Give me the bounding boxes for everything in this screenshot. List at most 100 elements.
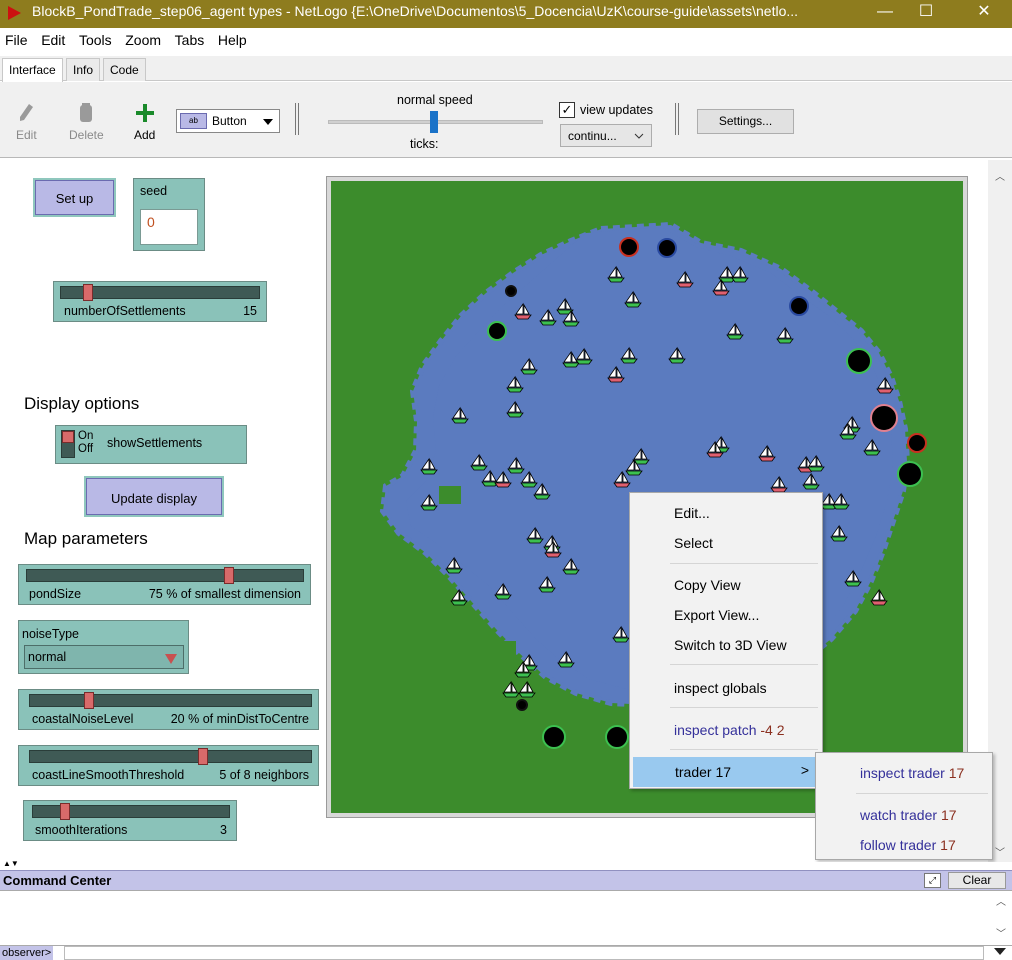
scroll-down-icon[interactable]: ﹀: [995, 844, 1005, 859]
settlement-icon[interactable]: [907, 433, 927, 453]
watch-verb: watch: [860, 807, 897, 823]
slider-track[interactable]: [29, 750, 312, 763]
slider-label: coastLineSmoothThreshold: [32, 768, 185, 782]
agent-breed: trader: [908, 765, 945, 781]
splitter[interactable]: ▲▼: [0, 859, 1012, 870]
chevron-down-icon: [634, 133, 644, 139]
tab-info[interactable]: Info: [66, 58, 101, 81]
chevron-down-icon[interactable]: [994, 948, 1006, 955]
settlement-icon[interactable]: [846, 348, 872, 374]
menu-separator: [856, 793, 988, 794]
command-input[interactable]: [64, 946, 984, 960]
ctx-select[interactable]: Select: [630, 530, 822, 556]
slider-knob[interactable]: [82, 284, 93, 301]
ticks-label: ticks:: [410, 137, 439, 151]
scroll-down-icon[interactable]: ﹀: [996, 925, 1006, 940]
menu-bar: File Edit Tools Zoom Tabs Help: [0, 28, 1012, 54]
switch-off-label: Off: [78, 443, 94, 455]
inspect-patch-label: inspect patch: [674, 722, 757, 738]
trader-boat-icon[interactable]: [502, 680, 520, 698]
menu-tabs[interactable]: Tabs: [170, 28, 210, 48]
delete-tool-button[interactable]: Delete: [69, 102, 104, 142]
agent-breed: trader: [899, 837, 937, 853]
update-display-button[interactable]: Update display: [84, 476, 224, 517]
settings-button[interactable]: Settings...: [697, 109, 794, 134]
add-tool-button[interactable]: Add: [134, 102, 155, 142]
menu-tools[interactable]: Tools: [74, 28, 117, 48]
pond-size-slider: pondSize 75 % of smallest dimension: [18, 564, 311, 605]
clear-button[interactable]: Clear: [948, 872, 1006, 889]
show-settlements-switch[interactable]: On Off showSettlements: [55, 425, 247, 464]
slider-label: smoothIterations: [35, 823, 128, 837]
slider-knob[interactable]: [83, 692, 94, 709]
settlement-icon[interactable]: [657, 238, 677, 258]
scroll-up-icon[interactable]: ︿: [995, 168, 1005, 183]
expand-icon[interactable]: ⤢: [924, 873, 941, 888]
delete-tool-label: Delete: [69, 128, 104, 142]
sub-inspect-trader[interactable]: inspect trader 17: [816, 760, 992, 786]
menu-file[interactable]: File: [0, 28, 33, 48]
trader-boat-icon[interactable]: [518, 680, 536, 698]
ctx-edit[interactable]: Edit...: [630, 500, 822, 526]
settlement-icon[interactable]: [870, 404, 898, 432]
tab-code[interactable]: Code: [103, 58, 146, 81]
menu-zoom[interactable]: Zoom: [120, 28, 166, 48]
slider-track[interactable]: [26, 569, 304, 582]
seed-input[interactable]: 0: [140, 209, 198, 245]
menu-edit[interactable]: Edit: [36, 28, 70, 48]
settlement-icon[interactable]: [789, 296, 809, 316]
setup-button[interactable]: Set up: [33, 178, 116, 217]
update-mode-select[interactable]: continu...: [560, 124, 652, 147]
button-widget-icon: ab: [180, 113, 207, 129]
chooser-select[interactable]: normal: [24, 645, 184, 669]
add-tool-label: Add: [134, 128, 156, 142]
widget-type-value: Button: [212, 114, 247, 128]
slider-knob[interactable]: [224, 567, 235, 584]
slider-track[interactable]: [29, 694, 312, 707]
close-button[interactable]: ✕: [971, 1, 997, 23]
window-title: BlockB_PondTrade_step06_agent types - Ne…: [32, 3, 799, 19]
menu-separator: [670, 707, 818, 708]
menu-help[interactable]: Help: [213, 28, 252, 48]
ctx-inspect-patch[interactable]: inspect patch -4 2: [630, 717, 822, 743]
widget-type-select[interactable]: ab Button: [176, 109, 280, 133]
scroll-up-icon[interactable]: ︿: [996, 893, 1006, 908]
settlement-icon[interactable]: [605, 725, 629, 749]
slider-knob[interactable]: [60, 803, 71, 820]
slider-label: coastalNoiseLevel: [32, 712, 134, 726]
view-updates-label: view updates: [580, 103, 653, 117]
trader-boat-icon[interactable]: [870, 588, 888, 606]
sub-watch-trader[interactable]: watch trader 17: [816, 802, 992, 828]
inspect-verb: inspect: [860, 765, 905, 781]
settlement-icon[interactable]: [619, 237, 639, 257]
ctx-trader-submenu[interactable]: trader 17 >: [633, 757, 819, 787]
agent-breed: trader: [900, 807, 938, 823]
toolbar-separator: [295, 103, 299, 135]
observer-prompt[interactable]: observer>: [0, 946, 54, 960]
slider-knob[interactable]: [198, 748, 209, 765]
noise-type-chooser[interactable]: noiseType normal: [18, 620, 189, 674]
ctx-inspect-globals[interactable]: inspect globals: [630, 675, 822, 701]
tab-interface[interactable]: Interface: [2, 58, 63, 82]
slider-label: pondSize: [29, 587, 82, 601]
command-center-header: Command Center ⤢ Clear: [0, 870, 1012, 890]
minimize-button[interactable]: —: [872, 1, 898, 23]
settlement-icon[interactable]: [505, 285, 517, 297]
maximize-button[interactable]: ☐: [913, 1, 939, 23]
speed-slider-knob[interactable]: [430, 111, 438, 133]
settlement-icon[interactable]: [487, 321, 507, 341]
coast-line-smooth-threshold-slider: coastLineSmoothThreshold 5 of 8 neighbor…: [18, 745, 319, 786]
ctx-export-view[interactable]: Export View...: [630, 602, 822, 628]
view-updates-checkbox[interactable]: ✓: [559, 102, 575, 118]
settlement-icon[interactable]: [542, 725, 566, 749]
ctx-copy-view[interactable]: Copy View: [630, 572, 822, 598]
switch-knob[interactable]: [62, 431, 74, 443]
sub-follow-trader[interactable]: follow trader 17: [816, 832, 992, 858]
ctx-switch-3d[interactable]: Switch to 3D View: [630, 632, 822, 658]
settlement-icon[interactable]: [897, 461, 923, 487]
split-arrows-icon[interactable]: ▲▼: [3, 859, 19, 868]
title-bar: BlockB_PondTrade_step06_agent types - Ne…: [0, 0, 1012, 28]
trash-icon: [80, 103, 93, 122]
edit-tool-button[interactable]: Edit: [16, 102, 37, 142]
settlement-icon[interactable]: [516, 699, 528, 711]
